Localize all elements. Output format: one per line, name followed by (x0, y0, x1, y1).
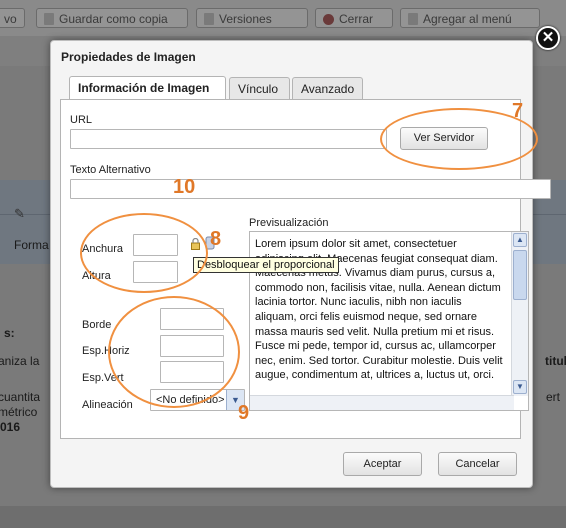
add-to-menu-button[interactable]: Agregar al menú (400, 8, 540, 28)
bg-text: cuantita (0, 390, 41, 404)
annotation-10: 10 (173, 176, 196, 198)
pencil-icon: ✎ (14, 206, 25, 221)
bg-text: 016 (0, 420, 21, 434)
format-label: Forma (14, 238, 49, 252)
scroll-up-icon[interactable]: ▲ (513, 233, 527, 247)
editor-footer (0, 506, 566, 528)
annotation-oval-8 (80, 213, 208, 293)
align-label: Alineación (82, 399, 133, 411)
toolbar-button-save[interactable]: vo (0, 8, 25, 28)
alt-text-label: Texto Alternativo (70, 164, 151, 176)
ok-button[interactable]: Aceptar (343, 452, 422, 476)
bg-text: titul (545, 354, 566, 368)
close-dialog-icon[interactable]: ✕ (536, 26, 560, 50)
versions-icon (204, 13, 214, 25)
annotation-9: 9 (238, 402, 250, 424)
scroll-thumb[interactable] (513, 250, 527, 300)
copy-icon (44, 13, 54, 25)
save-as-copy-button[interactable]: Guardar como copia (36, 8, 188, 28)
cancel-button[interactable]: Cancelar (438, 452, 517, 476)
versions-button[interactable]: Versiones (196, 8, 308, 28)
bg-text: aniza la (0, 354, 40, 368)
close-circle-icon (323, 14, 334, 25)
annotation-oval-9 (108, 296, 240, 408)
tab-image-info[interactable]: Información de Imagen (69, 76, 226, 100)
preview-horizontal-scrollbar[interactable] (250, 395, 514, 410)
close-button[interactable]: Cerrar (315, 8, 393, 28)
scroll-down-icon[interactable]: ▼ (513, 380, 527, 394)
border-label: Borde (82, 319, 112, 331)
url-input[interactable] (70, 129, 387, 149)
preview-vertical-scrollbar[interactable]: ▲ ▼ (511, 232, 528, 396)
dialog-title: Propiedades de Imagen (61, 50, 196, 64)
unlock-proportions-tooltip: Desbloquear el proporcional (193, 257, 339, 273)
menu-icon (408, 13, 418, 25)
tab-advanced[interactable]: Avanzado (292, 77, 363, 99)
annotation-8: 8 (210, 228, 222, 250)
annotation-7: 7 (512, 100, 524, 122)
alt-text-input[interactable] (70, 179, 551, 199)
bg-text: métrico (0, 405, 38, 419)
bg-text: s: (4, 326, 15, 340)
preview-label: Previsualización (249, 217, 329, 229)
bg-text: ert (546, 390, 561, 404)
url-label: URL (70, 114, 93, 126)
editor-toolbar: vo Guardar como copia Versiones Cerrar A… (0, 0, 566, 37)
tab-link[interactable]: Vínculo (229, 77, 290, 99)
